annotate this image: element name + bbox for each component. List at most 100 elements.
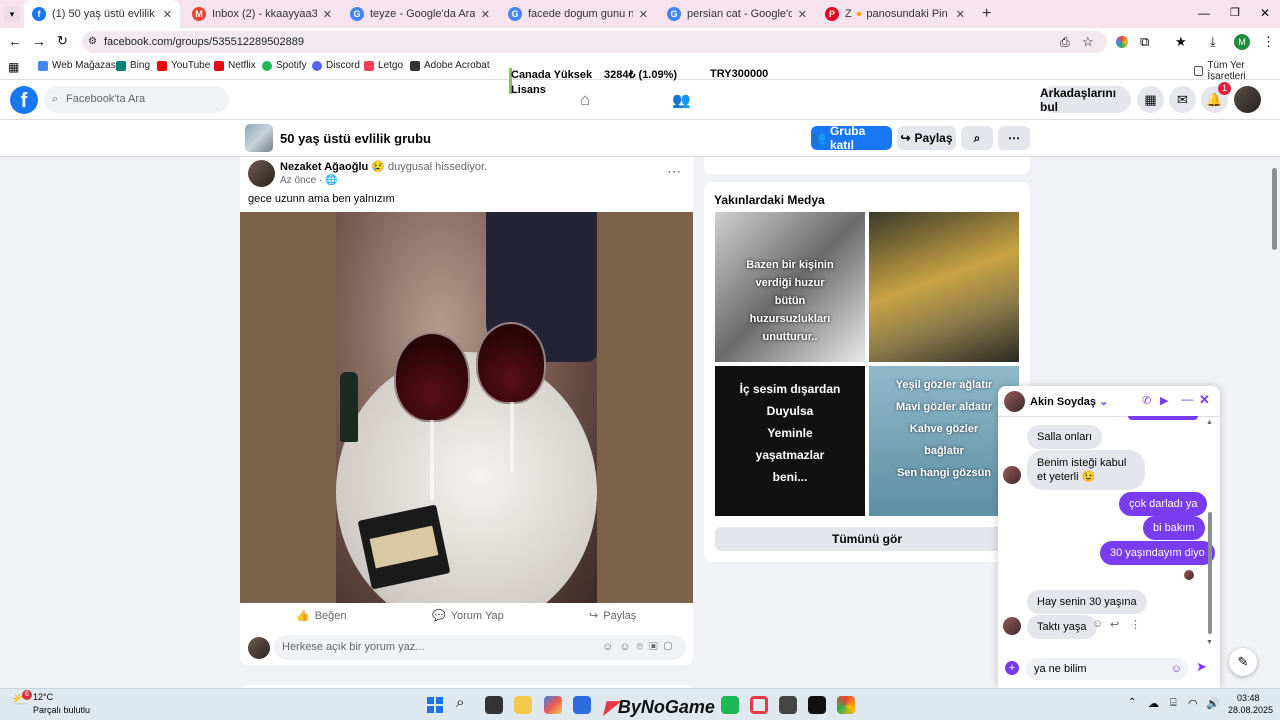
file-explorer-icon[interactable] [514, 696, 532, 714]
windows-start-icon[interactable] [427, 697, 443, 713]
menu-grid-icon[interactable]: ▦ [1137, 86, 1164, 113]
comment-button[interactable]: 💬 Yorum Yap [432, 609, 504, 623]
more-options-icon[interactable]: ⋮ [1130, 618, 1141, 631]
new-tab-button[interactable]: + [982, 5, 991, 23]
group-thumbnail[interactable] [245, 124, 273, 152]
home-icon[interactable]: ⌂ [580, 90, 590, 110]
task-view-icon[interactable] [485, 696, 503, 714]
camera-icon[interactable]: ⌾ [637, 641, 650, 653]
wifi-icon[interactable]: ◠ [1188, 697, 1198, 710]
group-more-button[interactable]: ⋯ [998, 126, 1030, 150]
site-info-icon[interactable]: ⚙ [88, 31, 97, 53]
emoji-icon[interactable]: ☺ [619, 641, 636, 653]
scroll-down-icon[interactable]: ▼ [1206, 639, 1213, 646]
scroll-up-icon[interactable]: ▲ [1206, 419, 1213, 426]
gif-icon[interactable]: ▣ [649, 641, 663, 653]
extensions-icon[interactable]: ⧉ [1140, 34, 1149, 50]
react-icon[interactable]: ☺ [1092, 618, 1103, 630]
restore-button[interactable]: ❐ [1230, 6, 1240, 19]
comment-input[interactable]: Herkese açık bir yorum yaz... ☺☺⌾▣▢ [274, 635, 686, 660]
add-icon[interactable]: + [1005, 661, 1019, 675]
new-message-button[interactable]: ✎ [1229, 648, 1257, 676]
find-friends-button[interactable]: Arkadaşlarını bul [1040, 86, 1131, 114]
tab-google-teyze[interactable]: G teyze - Google'da Ara ✕ [342, 0, 498, 28]
bookmark-netflix[interactable]: Netflix [214, 60, 256, 71]
chrome-taskbar-icon[interactable] [837, 696, 855, 714]
extension-color-icon[interactable] [1116, 36, 1128, 48]
bookmarks-star-icon[interactable]: ★ [1175, 34, 1187, 50]
spotify-taskbar-icon[interactable] [721, 696, 739, 714]
post-time[interactable]: Az önce · 🌐 [280, 175, 337, 186]
tab-gmail[interactable]: M Inbox (2) - kkaayyaa38@gmail.c✕ [184, 0, 340, 28]
bookmark-letgo[interactable]: Letgo [364, 60, 403, 71]
tab-facebook[interactable]: f (1) 50 yaş üstü evlilik grubu | Fa✕ [24, 0, 180, 28]
media-image-1[interactable]: Bazen bir kişinin verdiği huzur bütün huzur… [715, 212, 865, 362]
minimize-chat-icon[interactable]: — [1181, 392, 1193, 406]
phone-icon[interactable]: ✆ [1142, 394, 1151, 407]
post-options-icon[interactable]: ⋯ [667, 163, 681, 180]
group-search-button[interactable]: ⌕ [961, 126, 993, 150]
menu-icon[interactable]: ⋮ [1262, 34, 1275, 50]
chat-contact-name[interactable]: Akin Soydaş ⌄ [1030, 395, 1108, 408]
volume-icon[interactable]: 🔊 [1206, 697, 1220, 710]
minimize-button[interactable]: — [1198, 6, 1210, 20]
author-avatar[interactable] [248, 160, 275, 187]
search-input[interactable]: ⌕ Facebook'ta Ara [44, 86, 229, 113]
post-photo[interactable] [240, 212, 693, 603]
taskbar-search-icon[interactable]: ⌕ [456, 694, 464, 711]
close-icon[interactable]: ✕ [323, 8, 332, 21]
media-image-4[interactable]: Yeşil gözler ağlatır Mavi gözler aldatır K… [869, 366, 1019, 516]
bookmark-adobe[interactable]: Adobe Acrobat [410, 60, 490, 71]
address-input[interactable]: ⚙ facebook.com/groups/535512289502889 [82, 31, 1107, 53]
see-all-button[interactable]: Tümünü gör [715, 527, 1019, 551]
clock-date[interactable]: 28.08.2025 [1228, 705, 1273, 715]
chat-input[interactable]: ya ne bilim ☺ [1026, 658, 1188, 680]
share-button[interactable]: ↪ Paylaş [589, 609, 636, 623]
share-group-button[interactable]: ↪ Paylaş [897, 126, 956, 150]
media-image-3[interactable]: İç sesim dışardan Duyulsa Yeminle yaşatmazl… [715, 366, 865, 516]
install-icon[interactable]: ⎙ [1060, 35, 1070, 50]
chat-emoji-icon[interactable]: ☺ [1171, 658, 1182, 680]
media-image-2[interactable] [869, 212, 1019, 362]
group-name[interactable]: 50 yaş üstü evlilik grubu [280, 131, 431, 146]
avatar-sticker-icon[interactable]: ☺ [602, 641, 619, 653]
join-group-button[interactable]: 👥 Gruba katıl [811, 124, 892, 152]
reload-icon[interactable]: ↻ [57, 33, 68, 49]
apps-icon[interactable]: ▦ [8, 60, 19, 74]
window-close-button[interactable]: ✕ [1260, 6, 1270, 20]
close-icon[interactable]: ✕ [639, 8, 648, 21]
copilot-icon[interactable] [544, 696, 562, 714]
page-scrollbar[interactable] [1272, 168, 1277, 250]
back-icon[interactable]: ← [8, 33, 22, 49]
close-chat-icon[interactable]: ✕ [1199, 392, 1210, 408]
terminal-icon[interactable] [808, 696, 826, 714]
close-icon[interactable]: ✕ [798, 8, 807, 21]
bookmark-discord[interactable]: Discord [312, 60, 360, 71]
video-icon[interactable]: ▶ [1160, 394, 1168, 407]
download-icon[interactable]: ⤓ [1210, 34, 1216, 50]
tab-google-persian[interactable]: G persian cat - Google'da Ara✕ [659, 0, 815, 28]
opera-icon[interactable] [750, 696, 768, 714]
network-icon[interactable]: ⌸ [1170, 697, 1177, 710]
post-author[interactable]: Nezaket Ağaoğlu [280, 161, 368, 173]
close-icon[interactable]: ✕ [481, 8, 490, 21]
close-icon[interactable]: ✕ [956, 8, 965, 21]
like-button[interactable]: 👍 Beğen [296, 609, 347, 623]
facebook-logo[interactable]: f [10, 86, 38, 114]
reply-icon[interactable]: ↩ [1110, 618, 1119, 631]
tab-search-icon[interactable]: ▾ [4, 6, 20, 22]
forward-icon[interactable]: → [32, 33, 46, 49]
tab-google-facede[interactable]: G facede dogum gunu nasil degis✕ [500, 0, 656, 28]
close-icon[interactable]: ✕ [163, 8, 172, 21]
account-avatar[interactable] [1234, 86, 1261, 113]
tab-pinterest[interactable]: P Z ● panosundaki Pin ✕ [817, 0, 973, 28]
profile-avatar[interactable]: M [1234, 34, 1250, 50]
messenger-icon[interactable]: ✉ [1169, 86, 1196, 113]
all-bookmarks[interactable]: Tüm Yer İşaretleri [1194, 60, 1280, 82]
bookmark-youtube[interactable]: YouTube [157, 60, 210, 71]
chat-scrollbar[interactable] [1208, 512, 1212, 634]
bookmark-bing[interactable]: Bing [116, 60, 150, 71]
groups-icon[interactable]: 👥 [672, 91, 691, 109]
star-icon[interactable]: ☆ [1082, 34, 1094, 50]
bookmark-web-store[interactable]: Web Mağazası [38, 60, 119, 71]
